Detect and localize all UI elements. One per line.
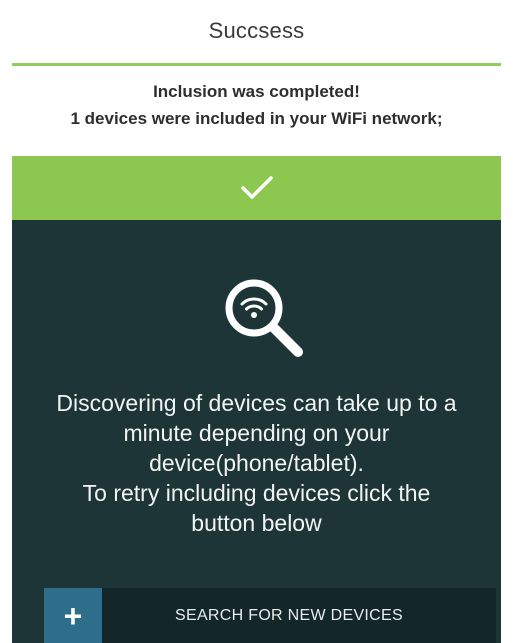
info-line: Discovering of devices can take up to a: [56, 390, 457, 416]
title-divider: [12, 63, 501, 66]
search-button-label[interactable]: SEARCH FOR NEW DEVICES: [102, 607, 496, 625]
page-title: Succsess: [208, 18, 305, 43]
info-line: button below: [191, 510, 322, 536]
title-bar: Succsess: [0, 0, 513, 62]
plus-icon[interactable]: +: [44, 588, 102, 643]
devices-included-text: 1 devices were included in your WiFi net…: [70, 109, 443, 128]
wifi-search-icon: [220, 272, 330, 368]
discovery-info-text: Discovering of devices can take up to a …: [12, 388, 501, 538]
check-icon: [240, 175, 274, 201]
info-line: minute depending on your: [123, 420, 390, 446]
info-line: To retry including devices click the: [82, 480, 431, 506]
search-new-devices-button[interactable]: + SEARCH FOR NEW DEVICES: [44, 588, 496, 643]
success-screen: Succsess Inclusion was completed! 1 devi…: [0, 0, 513, 643]
inclusion-complete-text: Inclusion was completed!: [153, 82, 360, 101]
info-line: device(phone/tablet).: [149, 450, 364, 476]
discovery-panel: Discovering of devices can take up to a …: [12, 220, 501, 643]
inclusion-message: Inclusion was completed! 1 devices were …: [0, 78, 513, 132]
success-banner: [12, 156, 501, 220]
